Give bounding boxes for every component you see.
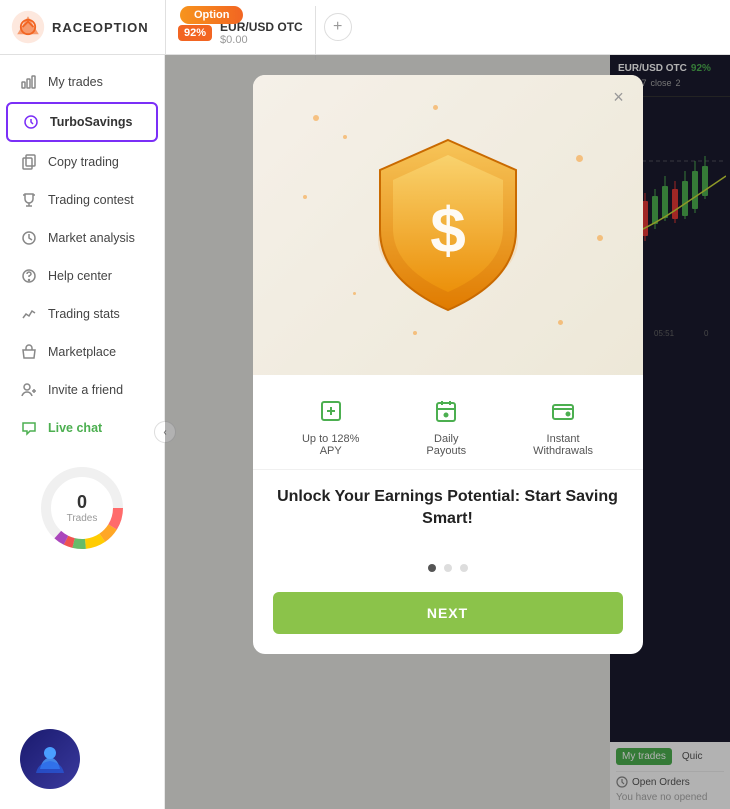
modal-body: Unlock Your Earnings Potential: Start Sa… [253, 470, 643, 550]
logo-area: RACEOPTION [0, 9, 165, 45]
svg-text:$: $ [430, 194, 466, 266]
dot-3[interactable] [460, 564, 468, 572]
donut-label: Trades [67, 513, 98, 524]
sidebar-item-market-analysis[interactable]: Market analysis [6, 220, 158, 256]
modal-features: Up to 128%APY DailyPayouts [253, 375, 643, 470]
modal-close-button[interactable]: × [607, 85, 631, 109]
modal-hero: $ [253, 75, 643, 375]
invite-icon [20, 381, 38, 399]
feature-withdrawals-label: InstantWithdrawals [533, 433, 593, 457]
sidebar-item-trading-stats[interactable]: Trading stats [6, 296, 158, 332]
chat-icon [20, 419, 38, 437]
donut-center: 0 Trades [67, 492, 98, 524]
sidebar-item-marketplace[interactable]: Marketplace [6, 334, 158, 370]
analysis-icon [20, 229, 38, 247]
avatar-button[interactable] [20, 729, 80, 789]
logo-text: RACEOPTION [52, 20, 149, 35]
wallet-icon [547, 395, 579, 427]
sidebar-item-copy-trading[interactable]: Copy trading [6, 144, 158, 180]
main-layout: My trades TurboSavings Copy trading [0, 55, 730, 809]
dot-1[interactable] [428, 564, 436, 572]
header: RACEOPTION Option 92% EUR/USD OTC $0.00 … [0, 0, 730, 55]
logo-icon [10, 9, 46, 45]
modal-overlay: × [165, 55, 730, 809]
instrument-price: $0.00 [220, 34, 303, 46]
sidebar-item-turbo-savings[interactable]: TurboSavings [6, 102, 158, 142]
percent-icon [315, 395, 347, 427]
tab-option-label[interactable]: Option [180, 6, 243, 24]
turbo-savings-modal: × [253, 75, 643, 654]
tab-bar: Option 92% EUR/USD OTC $0.00 + [165, 0, 730, 54]
add-tab-button[interactable]: + [324, 13, 352, 41]
sidebar-item-my-trades[interactable]: My trades [6, 64, 158, 100]
chart-icon [20, 73, 38, 91]
shield-graphic: $ [368, 130, 528, 320]
sidebar-label-trading-stats: Trading stats [48, 307, 120, 321]
sidebar-label-help-center: Help center [48, 269, 112, 283]
content-area: × [165, 55, 730, 809]
dot-2[interactable] [444, 564, 452, 572]
trophy-icon [20, 191, 38, 209]
sidebar-label-copy-trading: Copy trading [48, 155, 119, 169]
sidebar-label-my-trades: My trades [48, 75, 103, 89]
calendar-icon [430, 395, 462, 427]
copy-icon [20, 153, 38, 171]
modal-footer: NEXT [253, 582, 643, 654]
sidebar-item-trading-contest[interactable]: Trading contest [6, 182, 158, 218]
feature-payouts: DailyPayouts [426, 395, 466, 457]
donut-number: 0 [67, 492, 98, 513]
avatar-icon [32, 741, 68, 777]
sidebar-label-live-chat: Live chat [48, 421, 102, 435]
modal-dots [253, 550, 643, 582]
sidebar-label-marketplace: Marketplace [48, 345, 116, 359]
help-icon [20, 267, 38, 285]
sidebar-item-live-chat[interactable]: Live chat [6, 410, 158, 446]
stats-icon [20, 305, 38, 323]
sidebar: My trades TurboSavings Copy trading [0, 55, 165, 809]
feature-apy-label: Up to 128%APY [302, 433, 359, 457]
sidebar-item-invite-friend[interactable]: Invite a friend [6, 372, 158, 408]
sidebar-label-trading-contest: Trading contest [48, 193, 134, 207]
sidebar-label-invite-friend: Invite a friend [48, 383, 123, 397]
sidebar-label-turbo-savings: TurboSavings [50, 115, 132, 129]
savings-icon [22, 113, 40, 131]
sidebar-label-market-analysis: Market analysis [48, 231, 135, 245]
sidebar-item-help-center[interactable]: Help center [6, 258, 158, 294]
instrument-pct: 92% [178, 25, 212, 41]
feature-payouts-label: DailyPayouts [426, 433, 466, 457]
feature-withdrawals: InstantWithdrawals [533, 395, 593, 457]
donut-chart: 0 Trades [37, 463, 127, 553]
modal-title: Unlock Your Earnings Potential: Start Sa… [277, 486, 619, 531]
donut-area: 0 Trades [0, 447, 164, 561]
next-button[interactable]: NEXT [273, 592, 623, 634]
market-icon [20, 343, 38, 361]
feature-apy: Up to 128%APY [302, 395, 359, 457]
